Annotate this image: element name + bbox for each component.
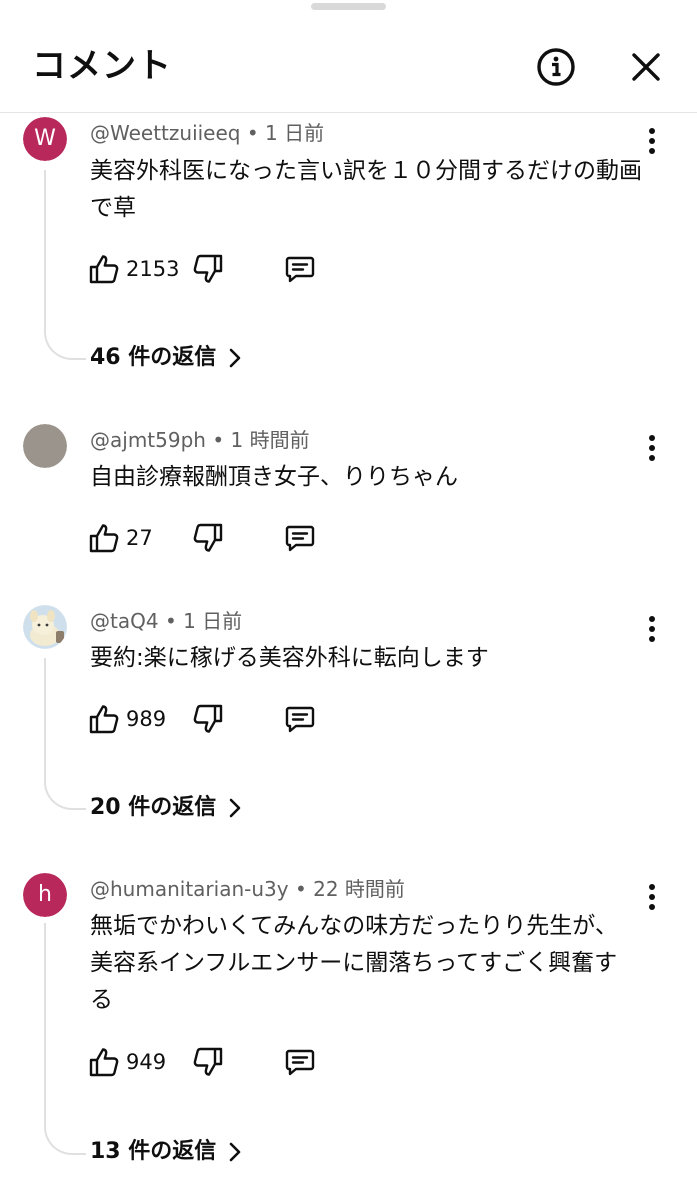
- page-title: コメント: [32, 46, 172, 86]
- avatar[interactable]: [23, 605, 67, 649]
- close-button[interactable]: [624, 45, 668, 89]
- like-count: 2153: [126, 257, 180, 281]
- more-vertical-icon: [649, 884, 655, 910]
- thumbs-down-icon: [193, 254, 223, 283]
- thumbs-down-icon: [193, 523, 223, 552]
- comment-actions: 989: [88, 699, 388, 739]
- info-circle-icon: [537, 48, 575, 86]
- thumbs-up-icon: [89, 705, 119, 734]
- thumbs-up-icon: [89, 1048, 119, 1077]
- comment-time: 1 時間前: [230, 428, 310, 452]
- view-replies-button[interactable]: 46 件の返信: [90, 343, 242, 373]
- meta-separator: •: [212, 428, 231, 452]
- thread-line: [44, 658, 86, 810]
- thread-line: [44, 170, 86, 360]
- dislike-button[interactable]: [192, 1042, 224, 1082]
- meta-separator: •: [246, 121, 266, 145]
- comment-meta: @Weettzuiieeq • 1 日前: [90, 119, 324, 147]
- view-replies-button[interactable]: 20 件の返信: [90, 793, 242, 823]
- comment-reply-icon: [285, 256, 315, 283]
- author-handle[interactable]: @humanitarian-u3y: [90, 877, 289, 901]
- meta-separator: •: [164, 609, 184, 633]
- like-button[interactable]: 989: [88, 699, 166, 739]
- author-handle[interactable]: @Weettzuiieeq: [90, 121, 241, 145]
- comment-actions: 2153: [88, 249, 388, 289]
- view-replies-button[interactable]: 13 件の返信: [90, 1137, 242, 1167]
- comment-time: 1 日前: [265, 121, 325, 145]
- avatar[interactable]: W: [23, 117, 67, 161]
- avatar-image: [23, 605, 67, 649]
- like-count: 949: [126, 1050, 167, 1074]
- comment-text: 美容外科医になった言い訳を１０分間するだけの動画で草: [90, 158, 642, 221]
- comment-time: 1 日前: [183, 609, 243, 633]
- comment-reply-icon: [285, 706, 315, 733]
- reply-button[interactable]: [284, 249, 316, 289]
- reply-button[interactable]: [284, 699, 316, 739]
- chevron-right-icon: [229, 1142, 241, 1162]
- like-button[interactable]: 2153: [88, 249, 179, 289]
- comment-meta: @ajmt59ph • 1 時間前: [90, 426, 310, 454]
- reply-button[interactable]: [284, 1042, 316, 1082]
- comment-time: 22 時間前: [313, 877, 405, 901]
- comment-actions: 27: [88, 518, 388, 558]
- thumbs-up-icon: [89, 255, 119, 284]
- comment-reply-icon: [285, 525, 315, 552]
- like-count: 27: [126, 526, 153, 550]
- avatar-letter: h: [23, 873, 67, 917]
- dislike-button[interactable]: [192, 518, 224, 558]
- thumbs-down-icon: [193, 704, 223, 733]
- thumbs-up-icon: [89, 524, 119, 553]
- comment-text: 自由診療報酬頂き女子、りりちゃん: [90, 464, 458, 490]
- info-button[interactable]: [534, 45, 578, 89]
- author-handle[interactable]: @taQ4: [90, 609, 159, 633]
- like-button[interactable]: 27: [88, 518, 153, 558]
- dislike-button[interactable]: [192, 699, 224, 739]
- meta-separator: •: [294, 877, 314, 901]
- comment-text: 要約:楽に稼げる美容外科に転向します: [90, 645, 489, 671]
- comment-meta: @taQ4 • 1 日前: [90, 607, 242, 635]
- comment-actions: 949: [88, 1042, 388, 1082]
- comment-text: 無垢でかわいくてみんなの味方だったりり先生が、美容系インフルエンサーに闇落ちって…: [90, 913, 618, 1013]
- comment-meta: @humanitarian-u3y • 22 時間前: [90, 875, 405, 903]
- author-handle[interactable]: @ajmt59ph: [90, 428, 206, 452]
- like-button[interactable]: 949: [88, 1042, 166, 1082]
- avatar-letter: W: [23, 117, 67, 161]
- like-count: 989: [126, 707, 167, 731]
- chevron-right-icon: [229, 348, 241, 368]
- replies-count: 20 件の返信: [90, 795, 217, 820]
- replies-count: 13 件の返信: [90, 1139, 217, 1164]
- comment-reply-icon: [285, 1049, 315, 1076]
- thread-line: [44, 923, 86, 1155]
- avatar-image: [23, 424, 67, 468]
- thumbs-down-icon: [193, 1047, 223, 1076]
- avatar[interactable]: h: [23, 873, 67, 917]
- chevron-right-icon: [229, 798, 241, 818]
- close-icon: [632, 53, 660, 81]
- replies-count: 46 件の返信: [90, 345, 217, 370]
- reply-button[interactable]: [284, 518, 316, 558]
- dislike-button[interactable]: [192, 249, 224, 289]
- comments-header: コメント: [0, 0, 697, 113]
- avatar[interactable]: [23, 424, 67, 468]
- more-options-button[interactable]: [636, 877, 668, 917]
